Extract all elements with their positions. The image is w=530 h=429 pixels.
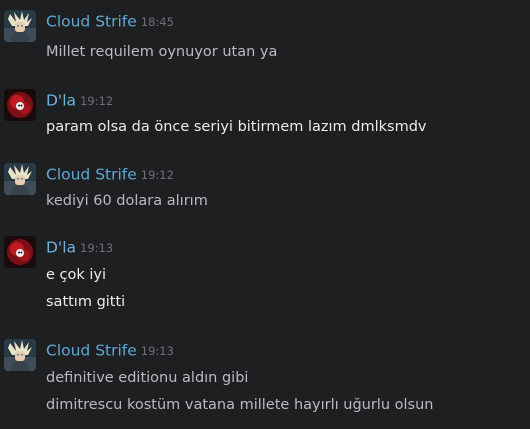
timestamp: 19:13 bbox=[140, 343, 174, 358]
timestamp: 19:12 bbox=[140, 167, 174, 182]
username[interactable]: Cloud Strife bbox=[46, 342, 137, 360]
message-text: param olsa da önce seriyi bitirmem lazım… bbox=[46, 119, 427, 135]
message-header: D'la 19:12 bbox=[46, 90, 113, 110]
cloud-strife-avatar-icon[interactable] bbox=[4, 339, 36, 371]
timestamp: 19:13 bbox=[80, 240, 114, 255]
dla-avatar-icon[interactable] bbox=[4, 89, 36, 121]
username[interactable]: Cloud Strife bbox=[46, 166, 137, 184]
message-text: kediyi 60 dolara alırım bbox=[46, 193, 208, 209]
message-group: Cloud Strife 19:12 kediyi 60 dolara alırı… bbox=[0, 163, 530, 219]
username[interactable]: Cloud Strife bbox=[46, 13, 137, 31]
message-header: Cloud Strife 19:12 bbox=[46, 164, 174, 184]
message-group: Cloud Strife 18:45 Millet requilem oynuyo… bbox=[0, 10, 530, 66]
username[interactable]: D'la bbox=[46, 239, 76, 257]
message-group: D'la 19:12 param olsa da önce seriyi biti… bbox=[0, 89, 530, 145]
message-text: definitive editionu aldın gibi bbox=[46, 370, 249, 386]
cloud-strife-avatar-icon[interactable] bbox=[4, 10, 36, 42]
message-text: Millet requilem oynuyor utan ya bbox=[46, 44, 278, 60]
message-header: Cloud Strife 18:45 bbox=[46, 11, 174, 31]
timestamp: 18:45 bbox=[140, 14, 174, 29]
message-text: sattım gitti bbox=[46, 294, 126, 310]
cloud-strife-avatar-icon[interactable] bbox=[4, 163, 36, 195]
message-text: dimitrescu kostüm vatana millete hayırlı… bbox=[46, 397, 434, 413]
message-text: e çok iyi bbox=[46, 267, 107, 283]
timestamp: 19:12 bbox=[80, 93, 114, 108]
dla-avatar-icon[interactable] bbox=[4, 236, 36, 268]
message-header: D'la 19:13 bbox=[46, 237, 113, 257]
username[interactable]: D'la bbox=[46, 92, 76, 110]
message-group: D'la 19:13 e çok iyi sattım gitti bbox=[0, 236, 530, 316]
message-group: Cloud Strife 19:13 definitive editionu al… bbox=[0, 339, 530, 427]
message-header: Cloud Strife 19:13 bbox=[46, 340, 174, 360]
